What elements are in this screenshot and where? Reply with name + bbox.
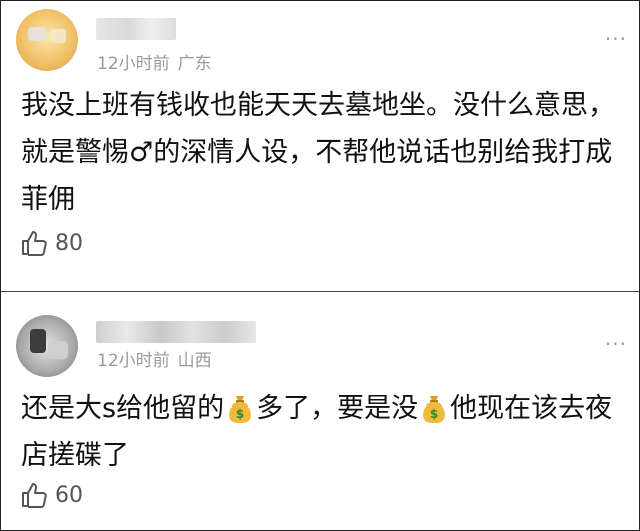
svg-text:$: $ xyxy=(430,407,438,421)
comment-text-part: 多了，要是没 xyxy=(256,393,419,424)
avatar[interactable] xyxy=(16,9,78,71)
more-options-icon[interactable]: ··· xyxy=(605,334,627,354)
money-bag-emoji: $ xyxy=(420,391,448,424)
more-options-icon[interactable]: ··· xyxy=(605,29,627,49)
comment-time: 12小时前 xyxy=(97,351,170,371)
thumbs-up-icon xyxy=(22,483,47,508)
like-button[interactable]: 80 xyxy=(21,229,83,257)
avatar-blur xyxy=(48,341,68,359)
like-count: 60 xyxy=(55,482,83,508)
comment-text-part: 还是大s给他留的 xyxy=(21,393,225,424)
comment-meta: 12小时前 山西 xyxy=(97,346,212,371)
comment-location: 山西 xyxy=(177,351,212,371)
comment-text: 我没上班有钱收也能天天去墓地坐。没什么意思，就是警惕♂的深情人设，不帮他说话也别… xyxy=(21,90,615,215)
svg-text:$: $ xyxy=(236,407,244,421)
username-blurred[interactable] xyxy=(96,321,256,343)
thumbs-up-icon xyxy=(22,231,47,256)
comment-item: 12小时前 广东 ··· 我没上班有钱收也能天天去墓地坐。没什么意思，就是警惕♂的… xyxy=(1,1,639,291)
avatar-blur xyxy=(50,29,66,43)
comment-meta: 12小时前 广东 xyxy=(97,49,212,74)
comment-list: 12小时前 广东 ··· 我没上班有钱收也能天天去墓地坐。没什么意思，就是警惕♂的… xyxy=(0,0,640,531)
comment-time: 12小时前 xyxy=(97,54,170,74)
comment-location: 广东 xyxy=(177,54,212,74)
like-count: 80 xyxy=(55,230,83,256)
avatar[interactable] xyxy=(16,315,78,377)
username-blurred[interactable] xyxy=(96,18,176,40)
like-button[interactable]: 60 xyxy=(21,481,83,509)
comment-text: 还是大s给他留的 $ 多了，要是没 $ 他现在该去夜店搓碟了 xyxy=(21,385,621,479)
money-bag-emoji: $ xyxy=(226,391,254,424)
avatar-blur xyxy=(28,27,46,41)
avatar-blur xyxy=(30,329,46,353)
comment-item: 12小时前 山西 ··· 还是大s给他留的 $ 多了，要是没 $ 他现在该去夜店搓碟了 6… xyxy=(1,292,639,530)
